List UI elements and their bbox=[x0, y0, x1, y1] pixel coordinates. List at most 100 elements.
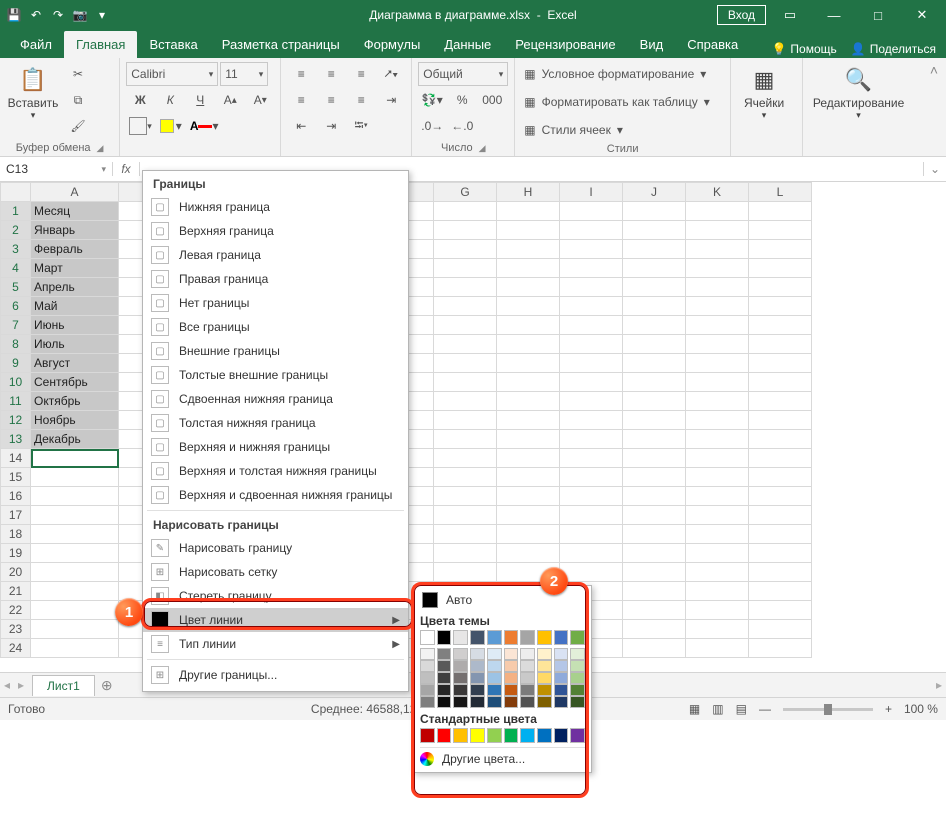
row-header[interactable]: 1 bbox=[1, 202, 31, 221]
cell[interactable] bbox=[497, 506, 560, 525]
color-swatch[interactable] bbox=[520, 660, 535, 672]
cell[interactable] bbox=[623, 582, 686, 601]
cell[interactable] bbox=[31, 582, 119, 601]
cell[interactable] bbox=[686, 639, 749, 658]
color-swatch[interactable] bbox=[537, 630, 552, 645]
format-as-table-button[interactable]: ▦ Форматировать как таблицу ▾ bbox=[521, 90, 723, 114]
sheet-tab-1[interactable]: Лист1 bbox=[32, 675, 95, 696]
cell[interactable] bbox=[623, 297, 686, 316]
cell[interactable] bbox=[686, 468, 749, 487]
cell[interactable] bbox=[686, 297, 749, 316]
color-swatch[interactable] bbox=[470, 660, 485, 672]
cell[interactable] bbox=[623, 449, 686, 468]
cell[interactable] bbox=[623, 639, 686, 658]
color-swatch[interactable] bbox=[554, 684, 569, 696]
mi-erase-border[interactable]: ◧Стереть границу bbox=[143, 584, 408, 608]
color-swatch[interactable] bbox=[453, 728, 468, 743]
dialog-launcher-icon[interactable]: ◢ bbox=[97, 141, 104, 155]
color-swatch[interactable] bbox=[420, 696, 435, 708]
col-header[interactable]: J bbox=[623, 183, 686, 202]
mi-border-2[interactable]: ▢Левая граница bbox=[143, 243, 408, 267]
row-header[interactable]: 5 bbox=[1, 278, 31, 297]
color-swatch[interactable] bbox=[554, 630, 569, 645]
cell[interactable] bbox=[749, 392, 812, 411]
font-size-select[interactable]: 11▾ bbox=[220, 62, 268, 86]
cell[interactable] bbox=[497, 259, 560, 278]
row-header[interactable]: 13 bbox=[1, 430, 31, 449]
cell[interactable] bbox=[497, 240, 560, 259]
qat-dropdown-icon[interactable]: ▾ bbox=[92, 5, 112, 25]
cell[interactable] bbox=[31, 468, 119, 487]
align-center-icon[interactable]: ≡ bbox=[317, 88, 345, 112]
cell[interactable] bbox=[434, 278, 497, 297]
tab-home[interactable]: Главная bbox=[64, 31, 137, 58]
row-header[interactable]: 2 bbox=[1, 221, 31, 240]
cell[interactable] bbox=[623, 430, 686, 449]
copy-icon[interactable]: ⧉ bbox=[64, 88, 92, 112]
cell[interactable] bbox=[497, 297, 560, 316]
color-swatch[interactable] bbox=[420, 684, 435, 696]
color-swatch[interactable] bbox=[504, 660, 519, 672]
cell[interactable] bbox=[560, 430, 623, 449]
cell[interactable] bbox=[434, 506, 497, 525]
cell[interactable] bbox=[749, 373, 812, 392]
cell[interactable] bbox=[497, 449, 560, 468]
cell[interactable] bbox=[686, 601, 749, 620]
format-painter-icon[interactable]: 🖌 bbox=[64, 114, 92, 138]
cell[interactable] bbox=[623, 354, 686, 373]
merge-icon[interactable]: ⭾▾ bbox=[347, 114, 375, 138]
cell[interactable] bbox=[560, 506, 623, 525]
cell[interactable] bbox=[749, 278, 812, 297]
cell[interactable]: Ноябрь bbox=[31, 411, 119, 430]
color-swatch[interactable] bbox=[487, 648, 502, 660]
color-swatch[interactable] bbox=[470, 648, 485, 660]
increase-decimal-icon[interactable]: .0→ bbox=[418, 114, 446, 138]
color-swatch[interactable] bbox=[420, 728, 435, 743]
cell[interactable] bbox=[497, 487, 560, 506]
cell[interactable] bbox=[686, 240, 749, 259]
bold-button[interactable]: Ж bbox=[126, 88, 154, 112]
mi-border-8[interactable]: ▢Сдвоенная нижняя граница bbox=[143, 387, 408, 411]
color-swatch[interactable] bbox=[537, 696, 552, 708]
color-swatch[interactable] bbox=[453, 684, 468, 696]
maximize-icon[interactable]: □ bbox=[858, 1, 898, 29]
cell[interactable] bbox=[749, 430, 812, 449]
color-swatch[interactable] bbox=[520, 672, 535, 684]
cell[interactable]: Декабрь bbox=[31, 430, 119, 449]
zoom-level[interactable]: 100 % bbox=[904, 702, 938, 716]
color-swatch[interactable] bbox=[504, 684, 519, 696]
mi-draw-border[interactable]: ✎Нарисовать границу bbox=[143, 536, 408, 560]
cell[interactable] bbox=[623, 278, 686, 297]
col-header[interactable]: L bbox=[749, 183, 812, 202]
color-swatch[interactable] bbox=[504, 648, 519, 660]
mi-border-12[interactable]: ▢Верхняя и сдвоенная нижняя границы bbox=[143, 483, 408, 507]
color-swatch[interactable] bbox=[537, 672, 552, 684]
cell[interactable] bbox=[623, 601, 686, 620]
color-swatch[interactable] bbox=[570, 696, 585, 708]
cell[interactable] bbox=[31, 639, 119, 658]
cell[interactable]: Январь bbox=[31, 221, 119, 240]
cell[interactable] bbox=[560, 373, 623, 392]
cell[interactable] bbox=[623, 373, 686, 392]
color-swatch[interactable] bbox=[437, 660, 452, 672]
cell[interactable] bbox=[434, 563, 497, 582]
cell[interactable] bbox=[497, 468, 560, 487]
cell[interactable] bbox=[749, 202, 812, 221]
zoom-out-icon[interactable]: — bbox=[759, 702, 771, 716]
tab-insert[interactable]: Вставка bbox=[137, 31, 209, 58]
color-swatch[interactable] bbox=[453, 660, 468, 672]
cell[interactable] bbox=[686, 335, 749, 354]
cell-styles-button[interactable]: ▦ Стили ячеек ▾ bbox=[521, 118, 723, 142]
cell[interactable] bbox=[434, 544, 497, 563]
mi-border-3[interactable]: ▢Правая граница bbox=[143, 267, 408, 291]
tab-file[interactable]: Файл bbox=[8, 31, 64, 58]
number-format-select[interactable]: Общий▾ bbox=[418, 62, 508, 86]
view-normal-icon[interactable]: ▦ bbox=[689, 702, 700, 716]
view-pagelayout-icon[interactable]: ▥ bbox=[712, 702, 723, 716]
cell[interactable] bbox=[623, 240, 686, 259]
mi-draw-grid[interactable]: ⊞Нарисовать сетку bbox=[143, 560, 408, 584]
row-header[interactable]: 21 bbox=[1, 582, 31, 601]
color-swatch[interactable] bbox=[554, 660, 569, 672]
cell[interactable] bbox=[749, 297, 812, 316]
cell[interactable] bbox=[497, 221, 560, 240]
